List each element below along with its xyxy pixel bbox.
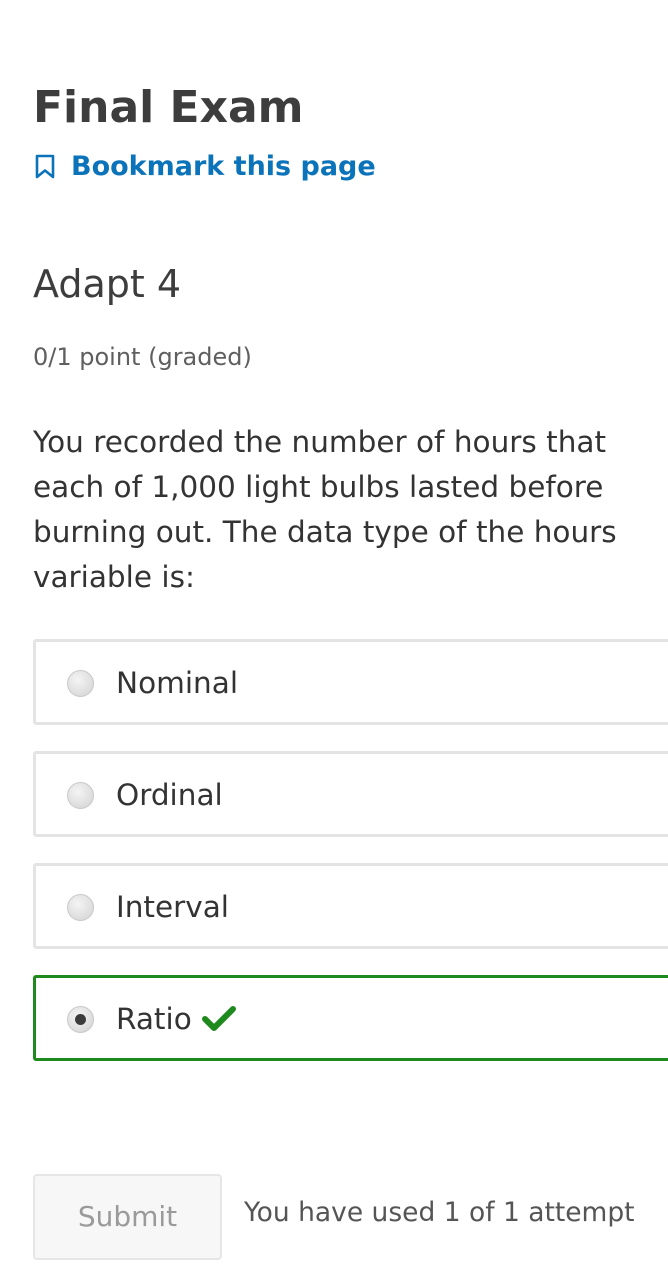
- option-interval[interactable]: Interval: [33, 863, 668, 949]
- option-ratio[interactable]: Ratio: [33, 975, 668, 1061]
- problem-title: Adapt 4: [33, 262, 182, 306]
- radio-button[interactable]: [67, 670, 94, 697]
- option-label: Ordinal: [116, 778, 223, 812]
- question-text: You recorded the number of hours that ea…: [33, 425, 617, 594]
- checkmark-icon: [202, 1006, 236, 1031]
- bookmark-icon: [35, 154, 55, 179]
- attempts-status: You have used 1 of 1 attempt: [244, 1197, 635, 1228]
- option-nominal[interactable]: Nominal: [33, 639, 668, 725]
- page-title: Final Exam: [33, 82, 304, 133]
- radio-button[interactable]: [67, 894, 94, 921]
- radio-button-selected[interactable]: [67, 1006, 94, 1033]
- bookmark-link[interactable]: Bookmark this page: [33, 148, 376, 186]
- submit-button[interactable]: Submit: [33, 1174, 222, 1260]
- points-status: 0/1 point (graded): [33, 343, 252, 371]
- radio-selected-dot: [75, 1014, 86, 1025]
- bookmark-label: Bookmark this page: [71, 151, 376, 182]
- option-label: Nominal: [116, 666, 239, 700]
- option-ordinal[interactable]: Ordinal: [33, 751, 668, 837]
- option-label: Interval: [116, 890, 229, 924]
- option-label: Ratio: [116, 1002, 192, 1036]
- radio-button[interactable]: [67, 782, 94, 809]
